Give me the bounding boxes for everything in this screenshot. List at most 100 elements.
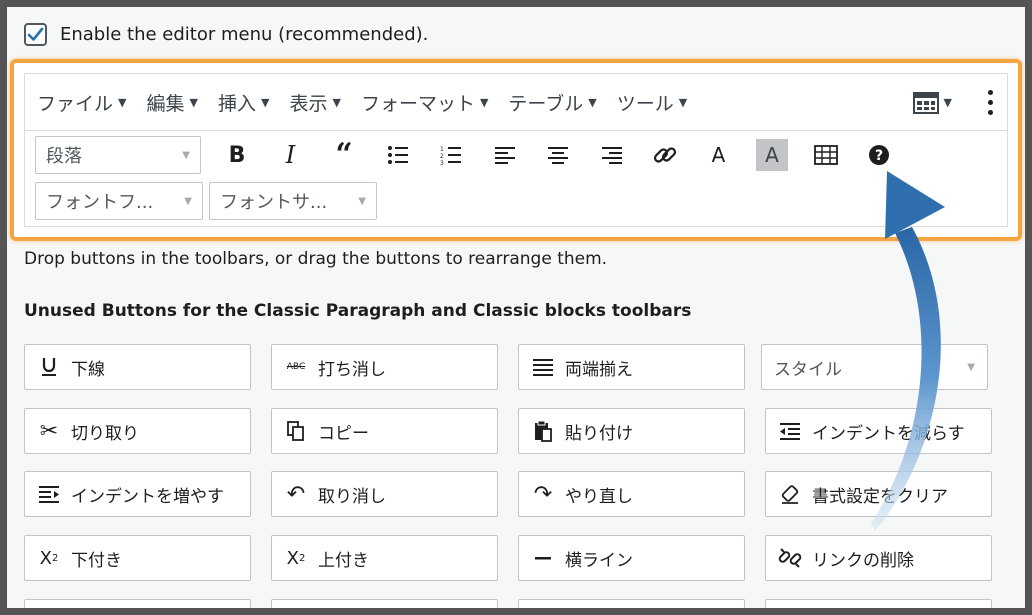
italic-button[interactable]: I <box>275 139 307 171</box>
remove-link-label: リンクの削除 <box>812 550 914 571</box>
undo-button[interactable]: ↶ 取り消し <box>271 471 498 517</box>
menu-file-label: ファイル <box>37 92 114 115</box>
clear-formatting-label: 書式設定をクリア <box>812 486 948 507</box>
cut-button[interactable]: ✂ 切り取り <box>24 408 251 454</box>
superscript-button[interactable]: X2 上付き <box>271 535 498 581</box>
redo-button[interactable]: ↷ やり直し <box>518 471 745 517</box>
menu-tools[interactable]: ツール ▼ <box>617 89 687 116</box>
bold-icon: B <box>228 142 246 168</box>
caret-down-icon: ▼ <box>260 95 270 109</box>
caret-down-icon: ▼ <box>182 149 190 161</box>
unused-button-partial-2[interactable] <box>271 599 498 608</box>
menu-tools-label: ツール <box>616 92 674 115</box>
insert-table-button[interactable] <box>810 139 842 171</box>
undo-icon: ↶ <box>286 481 306 507</box>
settings-panel: Enable the editor menu (recommended). ファ… <box>7 7 1025 608</box>
cut-label: 切り取り <box>71 423 139 444</box>
menu-table-label: テーブル <box>508 92 584 115</box>
block-layout-button[interactable]: ▼ <box>912 91 952 114</box>
align-right-icon <box>601 147 622 164</box>
justify-button[interactable]: 両端揃え <box>518 344 745 390</box>
unused-button-partial-4[interactable] <box>765 599 992 608</box>
paste-button[interactable]: 貼り付け <box>518 408 745 454</box>
enable-editor-menu-checkbox[interactable] <box>24 23 47 46</box>
horizontal-line-button[interactable]: 横ライン <box>518 535 745 581</box>
eraser-icon <box>778 482 802 506</box>
scissors-icon: ✂ <box>39 418 59 444</box>
svg-text:2: 2 <box>440 153 444 160</box>
clear-formatting-button[interactable]: 書式設定をクリア <box>765 471 992 517</box>
unused-button-partial-1[interactable] <box>24 599 251 608</box>
paste-icon <box>531 419 555 443</box>
subscript-icon: X2 <box>39 547 59 569</box>
background-color-icon: A <box>765 143 779 167</box>
underline-button[interactable]: 下線 <box>24 344 251 390</box>
redo-icon: ↷ <box>533 481 553 507</box>
drag-instructions: Drop buttons in the toolbars, or drag th… <box>24 249 608 269</box>
menu-edit[interactable]: 編集 ▼ <box>146 89 197 116</box>
align-left-button[interactable] <box>489 139 521 171</box>
caret-down-icon: ▼ <box>967 361 975 373</box>
help-button[interactable]: ? <box>863 139 895 171</box>
font-family-select[interactable]: フォントフ... ▼ <box>35 182 203 220</box>
redo-label: やり直し <box>565 486 633 507</box>
unlink-icon <box>778 546 802 570</box>
underline-icon <box>37 355 61 379</box>
svg-text:1: 1 <box>440 146 444 153</box>
menu-view[interactable]: 表示 ▼ <box>289 89 340 116</box>
paragraph-format-select[interactable]: 段落 ▼ <box>35 136 201 174</box>
styles-select[interactable]: スタイル ▼ <box>761 344 988 390</box>
subscript-button[interactable]: X2 下付き <box>24 535 251 581</box>
horizontal-line-label: 横ライン <box>565 550 633 571</box>
caret-down-icon: ▼ <box>678 95 688 109</box>
svg-text:?: ? <box>875 148 883 164</box>
align-left-icon <box>494 147 515 164</box>
paste-label: 貼り付け <box>565 423 633 444</box>
more-options-icon[interactable] <box>988 90 993 115</box>
menu-format[interactable]: フォーマット ▼ <box>361 89 488 116</box>
align-center-button[interactable] <box>542 139 574 171</box>
menu-insert-label: 挿入 <box>217 92 256 115</box>
superscript-label: 上付き <box>318 550 369 571</box>
menu-file[interactable]: ファイル ▼ <box>37 89 126 116</box>
help-icon: ? <box>869 145 889 165</box>
menu-insert[interactable]: 挿入 ▼ <box>218 89 269 116</box>
strikethrough-button[interactable]: ABC 打ち消し <box>271 344 498 390</box>
caret-down-icon: ▼ <box>943 96 952 109</box>
outdent-label: インデントを減らす <box>812 423 965 444</box>
paragraph-format-value: 段落 <box>46 146 82 167</box>
svg-text:3: 3 <box>440 160 444 165</box>
blockquote-icon: “ <box>335 137 353 172</box>
bold-button[interactable]: B <box>221 139 253 171</box>
unused-button-partial-3[interactable] <box>518 599 745 608</box>
bullet-list-button[interactable] <box>382 139 414 171</box>
underline-label: 下線 <box>71 359 105 380</box>
blockquote-button[interactable]: “ <box>328 139 360 171</box>
caret-down-icon: ▼ <box>358 195 366 207</box>
layout-grid-icon <box>912 91 939 114</box>
table-icon <box>813 145 838 165</box>
checkmark-icon <box>27 27 44 41</box>
insert-link-button[interactable] <box>649 139 681 171</box>
superscript-icon: X2 <box>286 547 306 569</box>
caret-down-icon: ▼ <box>118 95 127 109</box>
background-color-button[interactable]: A <box>756 139 788 171</box>
link-icon <box>653 147 677 163</box>
caret-down-icon: ▼ <box>189 95 198 109</box>
numbered-list-button[interactable]: 123 <box>435 139 467 171</box>
caret-down-icon: ▼ <box>184 195 192 207</box>
indent-button[interactable]: インデントを増やす <box>24 471 251 517</box>
align-right-button[interactable] <box>596 139 628 171</box>
editor-menubar: ファイル ▼ 編集 ▼ 挿入 ▼ 表示 ▼ フォーマット ▼ テーブル ▼ ツール ▼ ▼ <box>25 74 1007 131</box>
text-color-button[interactable]: A <box>703 139 735 171</box>
copy-button[interactable]: コピー <box>271 408 498 454</box>
menu-view-label: 表示 <box>289 92 328 115</box>
font-size-select[interactable]: フォントサ... ▼ <box>209 182 377 220</box>
menu-table[interactable]: テーブル ▼ <box>508 89 596 116</box>
remove-link-button[interactable]: リンクの削除 <box>765 535 992 581</box>
editor-menu-option[interactable]: Enable the editor menu (recommended). <box>24 23 428 46</box>
numbered-list-icon: 123 <box>440 146 461 165</box>
caret-down-icon: ▼ <box>479 95 489 109</box>
strikethrough-icon: ABC <box>286 362 306 372</box>
outdent-button[interactable]: インデントを減らす <box>765 408 992 454</box>
